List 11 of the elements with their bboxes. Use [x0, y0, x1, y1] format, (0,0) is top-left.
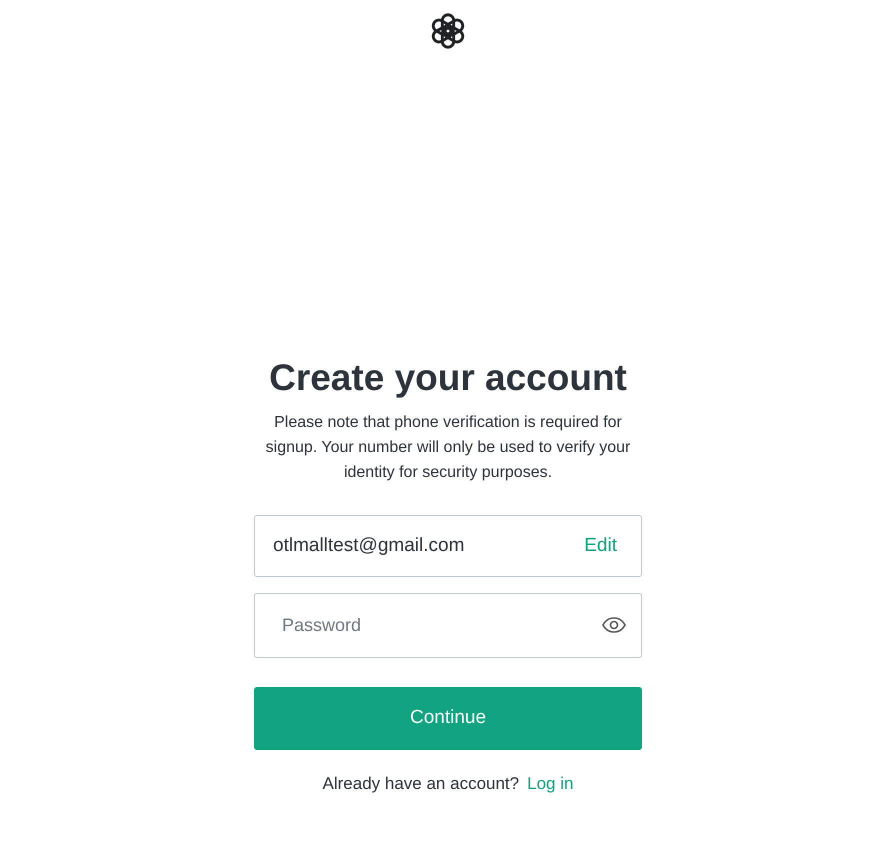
notice-text: Please note that phone verification is required for signup. Your number will only be used to verify your identity for security purposes. — [264, 413, 632, 483]
edit-link[interactable]: Edit — [584, 532, 617, 560]
password-field[interactable]: Password — [254, 593, 642, 658]
eye-icon[interactable] — [602, 617, 626, 633]
email-value: otlmalltest@gmail.com — [273, 534, 464, 558]
email-field[interactable]: otlmalltest@gmail.com Edit — [254, 515, 642, 577]
login-prompt: Already have an account? — [322, 773, 520, 795]
login-link[interactable]: Log in — [527, 771, 574, 796]
logo-icon — [429, 12, 467, 50]
continue-button[interactable]: Continue — [254, 687, 642, 750]
page-heading: Create your account — [269, 356, 627, 400]
